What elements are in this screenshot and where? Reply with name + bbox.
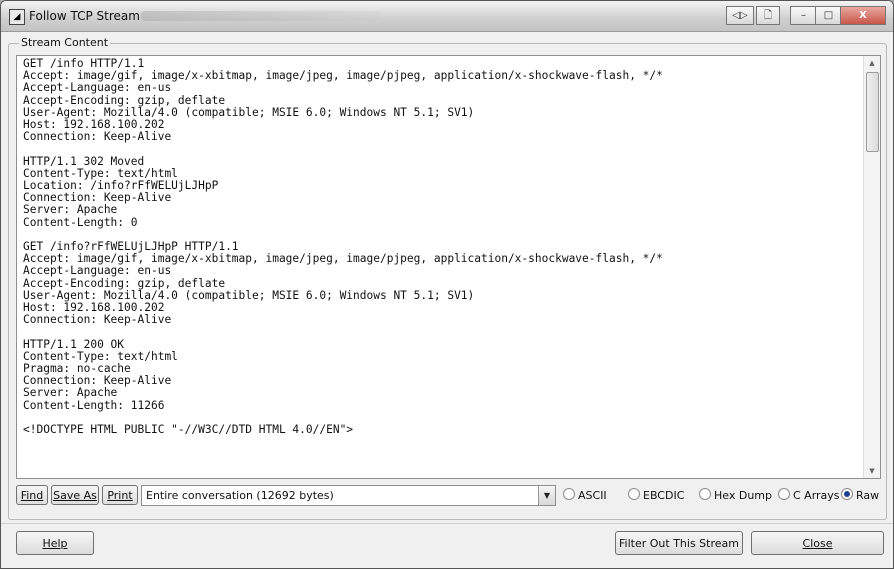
close-window-button[interactable]: X <box>840 6 886 25</box>
radio-ebcdic-label: EBCDIC <box>643 489 685 502</box>
close-button[interactable]: Close <box>751 531 884 555</box>
conversation-select-value: Entire conversation (12692 bytes) <box>146 489 334 502</box>
page-icon[interactable]: 🗋 <box>756 6 780 25</box>
window-title: Follow TCP Stream <box>29 9 140 23</box>
radio-ebcdic-circle[interactable] <box>628 488 640 500</box>
scroll-down-icon[interactable]: ▼ <box>864 464 880 478</box>
scrollbar-thumb[interactable] <box>866 72 879 152</box>
stream-content-label: Stream Content <box>19 36 111 49</box>
help-button[interactable]: Help <box>16 531 94 555</box>
maximize-button[interactable]: □ <box>815 6 842 25</box>
stream-controls: Find Save As Print Entire conversation (… <box>16 485 886 507</box>
print-label: Print <box>107 489 133 502</box>
footer-divider <box>1 523 893 524</box>
close-label: Close <box>802 537 833 550</box>
radio-c-arrays-circle[interactable] <box>778 488 790 500</box>
conversation-select[interactable]: Entire conversation (12692 bytes) ▼ <box>141 485 556 506</box>
print-button[interactable]: Print <box>102 485 138 505</box>
vertical-scrollbar[interactable]: ▲ ▼ <box>863 56 880 478</box>
filter-out-stream-button[interactable]: Filter Out This Stream <box>615 531 743 555</box>
stream-text: GET /info HTTP/1.1 Accept: image/gif, im… <box>23 57 663 437</box>
radio-hex-dump-label: Hex Dump <box>714 489 772 502</box>
navigate-icon[interactable]: ◁▷ <box>726 6 754 25</box>
follow-tcp-stream-window: ◢ Follow TCP Stream ◁▷ 🗋 – □ X Stream Co… <box>0 0 894 569</box>
minimize-button[interactable]: – <box>790 6 817 25</box>
radio-c-arrays-label: C Arrays <box>793 489 840 502</box>
radio-raw[interactable]: Raw <box>841 488 879 502</box>
radio-raw-label: Raw <box>856 489 880 502</box>
save-as-button[interactable]: Save As <box>51 485 99 505</box>
radio-raw-circle[interactable] <box>841 488 853 500</box>
title-bar: ◢ Follow TCP Stream ◁▷ 🗋 – □ X <box>1 1 893 32</box>
radio-ascii-circle[interactable] <box>563 488 575 500</box>
stream-content-textarea[interactable]: GET /info HTTP/1.1 Accept: image/gif, im… <box>16 55 881 479</box>
radio-c-arrays[interactable]: C Arrays <box>778 488 840 502</box>
save-as-label: Save As <box>53 489 97 502</box>
chevron-down-icon[interactable]: ▼ <box>538 486 555 505</box>
radio-hex-dump[interactable]: Hex Dump <box>699 488 772 502</box>
radio-ebcdic[interactable]: EBCDIC <box>628 488 684 502</box>
help-label: Help <box>42 537 68 550</box>
find-button[interactable]: Find <box>16 485 48 505</box>
radio-ascii[interactable]: ASCII <box>563 488 607 502</box>
wireshark-app-icon: ◢ <box>9 9 25 25</box>
find-label: Find <box>20 489 44 502</box>
scroll-up-icon[interactable]: ▲ <box>864 56 880 70</box>
radio-hex-dump-circle[interactable] <box>699 488 711 500</box>
blurred-title-text <box>141 11 381 21</box>
radio-ascii-label: ASCII <box>578 489 607 502</box>
